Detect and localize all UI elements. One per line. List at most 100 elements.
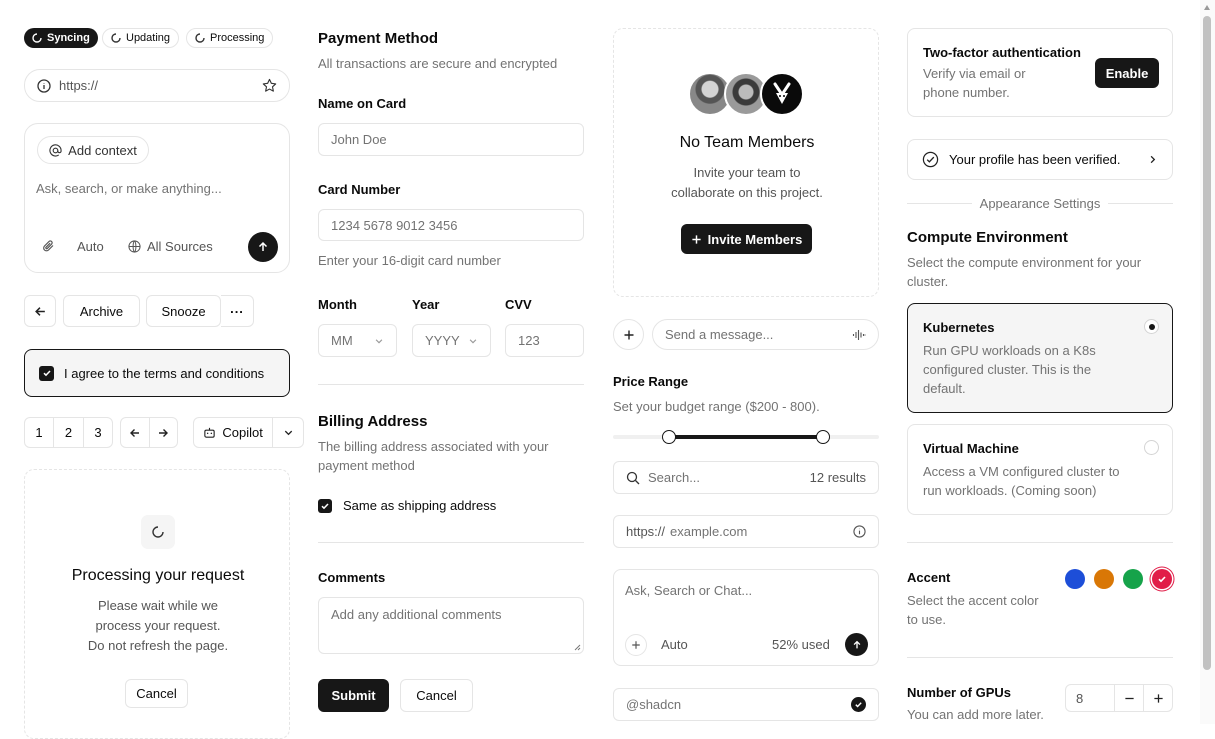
website-input[interactable]: https:// example.com [613, 515, 879, 548]
audio-waveform-icon[interactable] [852, 328, 866, 342]
prompt-textarea[interactable]: Ask, search, or make anything... [36, 181, 276, 201]
year-select[interactable]: YYYY [412, 324, 491, 357]
processing-cancel-button[interactable]: Cancel [125, 679, 188, 708]
copilot-button[interactable]: Copilot [194, 418, 274, 447]
processing-line3: Do not refresh the page. [87, 638, 229, 653]
kubernetes-desc-2: configured cluster. This is the [923, 362, 1092, 377]
info-icon[interactable] [853, 525, 866, 538]
sources-button[interactable]: All Sources [128, 239, 213, 254]
checkbox-checked[interactable] [318, 498, 332, 513]
page-1[interactable]: 1 [25, 418, 54, 447]
accent-swatches [1065, 569, 1172, 589]
spinner-icon [195, 33, 205, 43]
snooze-button[interactable]: Snooze [146, 295, 221, 327]
twofa-sub-2: phone number. [923, 85, 1010, 100]
star-icon[interactable] [262, 78, 277, 93]
chat-textarea[interactable]: Ask, Search or Chat... [625, 583, 752, 598]
vm-desc-1: Access a VM configured cluster to [923, 464, 1120, 479]
arrow-up-icon [257, 241, 269, 253]
slider-thumb-max[interactable] [816, 430, 831, 444]
send-button[interactable] [248, 232, 278, 262]
next-button[interactable] [150, 418, 178, 447]
scrollbar-up-arrow[interactable] [1204, 5, 1210, 10]
add-attachment-button[interactable] [613, 319, 644, 350]
processing-line2: process your request. [95, 618, 221, 633]
accent-swatch-orange[interactable] [1094, 569, 1114, 589]
same-shipping-row[interactable]: Same as shipping address [318, 498, 496, 513]
chat-add-button[interactable] [625, 634, 647, 656]
twofa-title: Two-factor authentication [923, 45, 1081, 60]
scrollbar-thumb[interactable] [1203, 16, 1211, 670]
radio-selected[interactable] [1144, 319, 1159, 334]
globe-icon [128, 240, 141, 253]
plus-icon [623, 329, 635, 341]
chat-usage: 52% used [772, 637, 830, 652]
price-slider[interactable] [613, 430, 879, 444]
verified-row[interactable]: Your profile has been verified. [907, 139, 1173, 180]
at-icon [49, 143, 62, 157]
badge-syncing: Syncing [24, 28, 98, 48]
accent-swatch-blue[interactable] [1065, 569, 1085, 589]
chat-send-button[interactable] [845, 633, 868, 656]
arrow-right-icon [159, 428, 169, 437]
processing-spinner [141, 515, 175, 549]
badge-updating: Updating [102, 28, 180, 48]
chat-mode-auto[interactable]: Auto [661, 637, 688, 652]
divider [907, 542, 1173, 543]
archive-button[interactable]: Archive [63, 295, 140, 327]
badge-processing: Processing [186, 28, 274, 48]
message-input[interactable]: Send a message... [652, 319, 879, 350]
option-kubernetes[interactable]: Kubernetes Run GPU workloads on a K8s co… [907, 303, 1173, 413]
team-title: No Team Members [679, 134, 815, 151]
comments-label: Comments [318, 570, 386, 585]
year-label: Year [412, 297, 440, 312]
decrement-button[interactable] [1115, 684, 1144, 712]
username-input[interactable]: @shadcn [613, 688, 879, 721]
prev-button[interactable] [121, 418, 150, 447]
page-2[interactable]: 2 [54, 418, 84, 447]
month-label: Month [318, 297, 357, 312]
payment-title: Payment Method [318, 30, 439, 47]
mode-auto[interactable]: Auto [77, 239, 104, 254]
copilot-dropdown[interactable] [273, 418, 303, 447]
checkbox-checked[interactable] [39, 365, 54, 381]
accent-sub-1: Select the accent color [907, 593, 1039, 608]
option-virtual-machine[interactable]: Virtual Machine Access a VM configured c… [907, 424, 1173, 515]
url-input[interactable]: https:// [24, 69, 290, 102]
check-icon [1158, 576, 1166, 583]
info-icon [37, 78, 51, 93]
name-on-card-input[interactable]: John Doe [318, 123, 584, 156]
add-context-button[interactable]: Add context [37, 136, 149, 164]
slider-thumb-min[interactable] [661, 430, 676, 444]
page-3[interactable]: 3 [84, 418, 112, 447]
compute-sub-1: Select the compute environment for your [907, 255, 1142, 270]
increment-button[interactable] [1144, 684, 1173, 712]
accent-swatch-green[interactable] [1123, 569, 1143, 589]
accent-swatch-rose[interactable] [1152, 569, 1172, 589]
submit-button[interactable]: Submit [318, 679, 389, 712]
prev-next-group [120, 417, 178, 448]
radio-unselected[interactable] [1144, 440, 1159, 455]
invite-members-button[interactable]: Invite Members [681, 224, 812, 254]
search-input[interactable]: Search... 12 results [613, 461, 879, 494]
cancel-button[interactable]: Cancel [400, 679, 473, 712]
back-button[interactable] [24, 295, 56, 327]
prompt-box: Add context Ask, search, or make anythin… [24, 123, 290, 273]
twofa-sub-1: Verify via email or [923, 66, 1026, 81]
twofa-card: Two-factor authentication Verify via ema… [907, 28, 1173, 117]
plus-icon [1153, 693, 1163, 703]
scrollbar[interactable] [1200, 0, 1215, 724]
processing-line1: Please wait while we [98, 598, 218, 613]
enable-button[interactable]: Enable [1095, 58, 1159, 88]
card-number-input[interactable]: 1234 5678 9012 3456 [318, 209, 584, 241]
divider [318, 542, 584, 543]
cvv-input[interactable]: 123 [505, 324, 584, 357]
month-select[interactable]: MM [318, 324, 397, 357]
comments-textarea[interactable]: Add any additional comments [318, 597, 584, 654]
terms-checkbox-card[interactable]: I agree to the terms and conditions [24, 349, 290, 397]
paperclip-icon[interactable] [42, 239, 56, 253]
resize-handle-icon[interactable] [573, 643, 581, 651]
gpu-count-input[interactable]: 8 [1065, 684, 1115, 712]
more-button[interactable]: ... [221, 295, 254, 327]
ellipsis-icon: ... [230, 300, 244, 316]
